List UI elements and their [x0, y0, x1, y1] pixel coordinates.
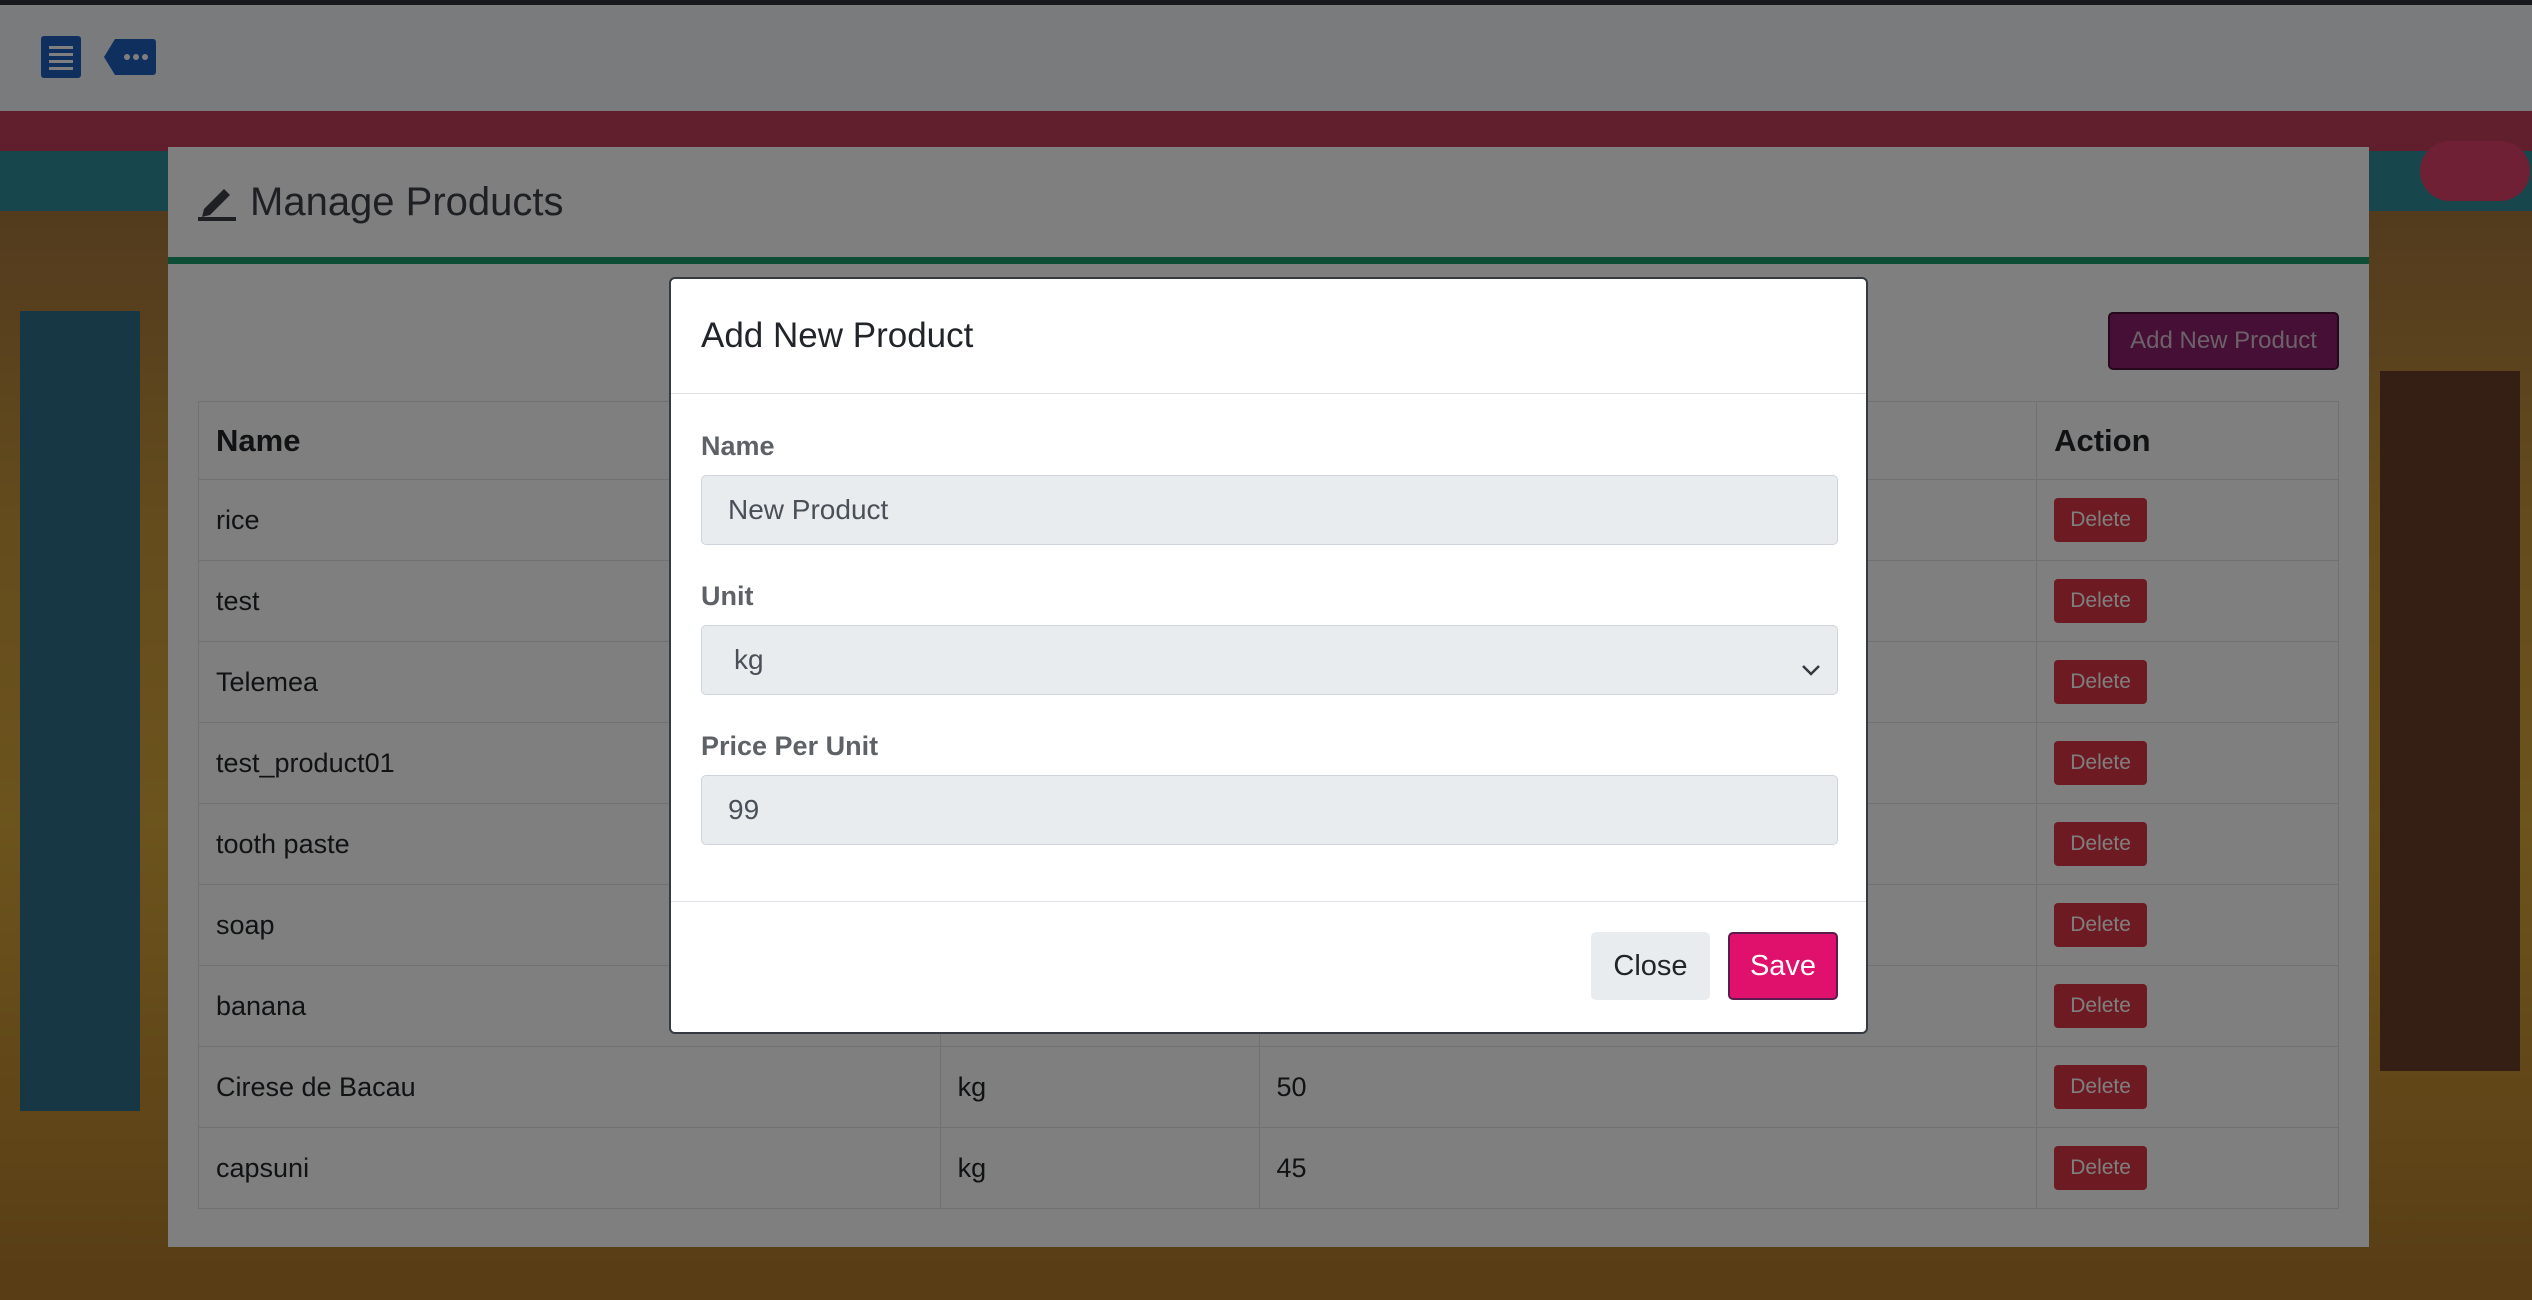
modal-body: Name New Product Unit kg Price Per Unit …	[671, 394, 1866, 902]
price-per-unit-field[interactable]: 99	[701, 775, 1838, 845]
add-product-modal: Add New Product Name New Product Unit kg…	[669, 277, 1868, 1034]
name-label: Name	[701, 431, 775, 461]
modal-title: Add New Product	[701, 316, 974, 355]
chevron-down-icon	[1801, 652, 1821, 684]
name-field[interactable]: New Product	[701, 475, 1838, 545]
name-field-value: New Product	[728, 494, 889, 525]
unit-select[interactable]: kg	[701, 625, 1838, 695]
unit-label: Unit	[701, 581, 754, 611]
close-button[interactable]: Close	[1591, 932, 1710, 1000]
modal-footer: Close Save	[671, 902, 1866, 1032]
price-per-unit-label: Price Per Unit	[701, 731, 879, 761]
price-field-value: 99	[728, 794, 760, 825]
save-button[interactable]: Save	[1728, 932, 1838, 1000]
modal-header: Add New Product	[671, 279, 1866, 394]
unit-select-value: kg	[734, 644, 764, 675]
